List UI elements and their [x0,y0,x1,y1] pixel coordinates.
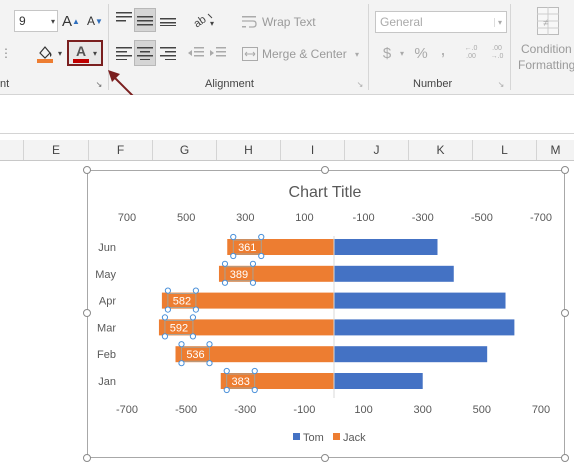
bottom-axis-tick-label: -700 [116,404,138,416]
bottom-axis-tick-label: 300 [414,404,432,416]
data-label[interactable]: 361 [238,242,256,254]
top-axis-tick-label: -500 [471,212,493,224]
data-label-handle[interactable] [206,341,213,348]
legend-swatch-jack [333,433,340,440]
bar-tom[interactable] [334,265,454,282]
top-axis-tick-label: 100 [295,212,313,224]
data-label[interactable]: 383 [232,376,250,388]
legend-label-tom[interactable]: Tom [303,432,324,444]
data-label-handle[interactable] [251,367,258,375]
data-label-handle[interactable] [223,367,230,375]
bottom-axis-tick-label: -500 [175,404,197,416]
chart-resize-handle-top-right[interactable] [561,166,569,174]
bottom-axis-tick-label: 500 [473,404,491,416]
legend-swatch-tom [293,433,300,440]
top-axis-tick-label: 700 [118,212,136,224]
data-label-handle[interactable] [178,341,185,348]
data-label-handle[interactable] [189,314,197,321]
data-label-handle[interactable] [161,314,169,321]
bar-tom[interactable] [334,319,515,336]
data-label-handle[interactable] [164,306,171,313]
data-label[interactable]: 592 [170,322,188,334]
bar-tom[interactable] [334,292,506,309]
bar-tom[interactable] [334,373,423,389]
chart-title[interactable]: Chart Title [289,184,362,201]
category-label: Apr [99,296,116,308]
bottom-axis-tick-label: -300 [234,404,256,416]
data-label-handle[interactable] [230,252,237,260]
data-label-handle[interactable] [230,233,237,241]
category-label: Jan [98,376,116,388]
category-label: Feb [97,349,116,361]
category-label: Jun [98,242,116,254]
data-label-handle[interactable] [192,306,199,313]
chart-resize-handle-top-left[interactable] [83,166,91,174]
data-label-handle[interactable] [189,333,197,340]
data-label-handle[interactable] [258,233,265,241]
legend-label-jack[interactable]: Jack [343,432,366,444]
top-axis-tick-label: 500 [177,212,195,224]
category-label: Mar [97,322,116,334]
bar-tom[interactable] [334,239,438,255]
data-label-handle[interactable] [178,360,185,367]
bottom-axis-tick-label: 700 [532,404,550,416]
data-label[interactable]: 582 [173,296,191,308]
data-label-handle[interactable] [192,287,199,294]
chart-resize-handle-bottom-right[interactable] [561,454,569,462]
category-label: May [95,269,116,281]
top-axis-tick-label: 300 [236,212,254,224]
chart-resize-handle-bottom-center[interactable] [321,454,329,462]
data-label-handle[interactable] [164,287,171,294]
data-label-handle[interactable] [249,260,257,267]
chart-resize-handle-middle-right[interactable] [561,309,569,317]
data-label[interactable]: 389 [230,269,248,281]
data-label-handle[interactable] [221,260,229,267]
data-label[interactable]: 536 [186,349,204,361]
bar-tom[interactable] [334,346,488,363]
chart-resize-handle-bottom-left[interactable] [83,454,91,462]
top-axis-tick-label: -300 [412,212,434,224]
data-label-handle[interactable] [221,279,229,286]
bottom-axis-tick-label: 100 [354,404,372,416]
bottom-axis-tick-label: -100 [293,404,315,416]
chart-resize-handle-top-center[interactable] [321,166,329,174]
data-label-handle[interactable] [251,386,258,394]
data-label-handle[interactable] [258,252,265,260]
data-label-handle[interactable] [223,386,230,394]
data-label-handle[interactable] [249,279,257,286]
chart-resize-handle-middle-left[interactable] [83,309,91,317]
data-label-handle[interactable] [206,360,213,367]
data-label-handle[interactable] [161,333,169,340]
top-axis-tick-label: -100 [353,212,375,224]
top-axis-tick-label: -700 [530,212,552,224]
chart[interactable]: Chart Title 700 500 300 100 -100 -300 -500 -700 -… [0,0,574,466]
